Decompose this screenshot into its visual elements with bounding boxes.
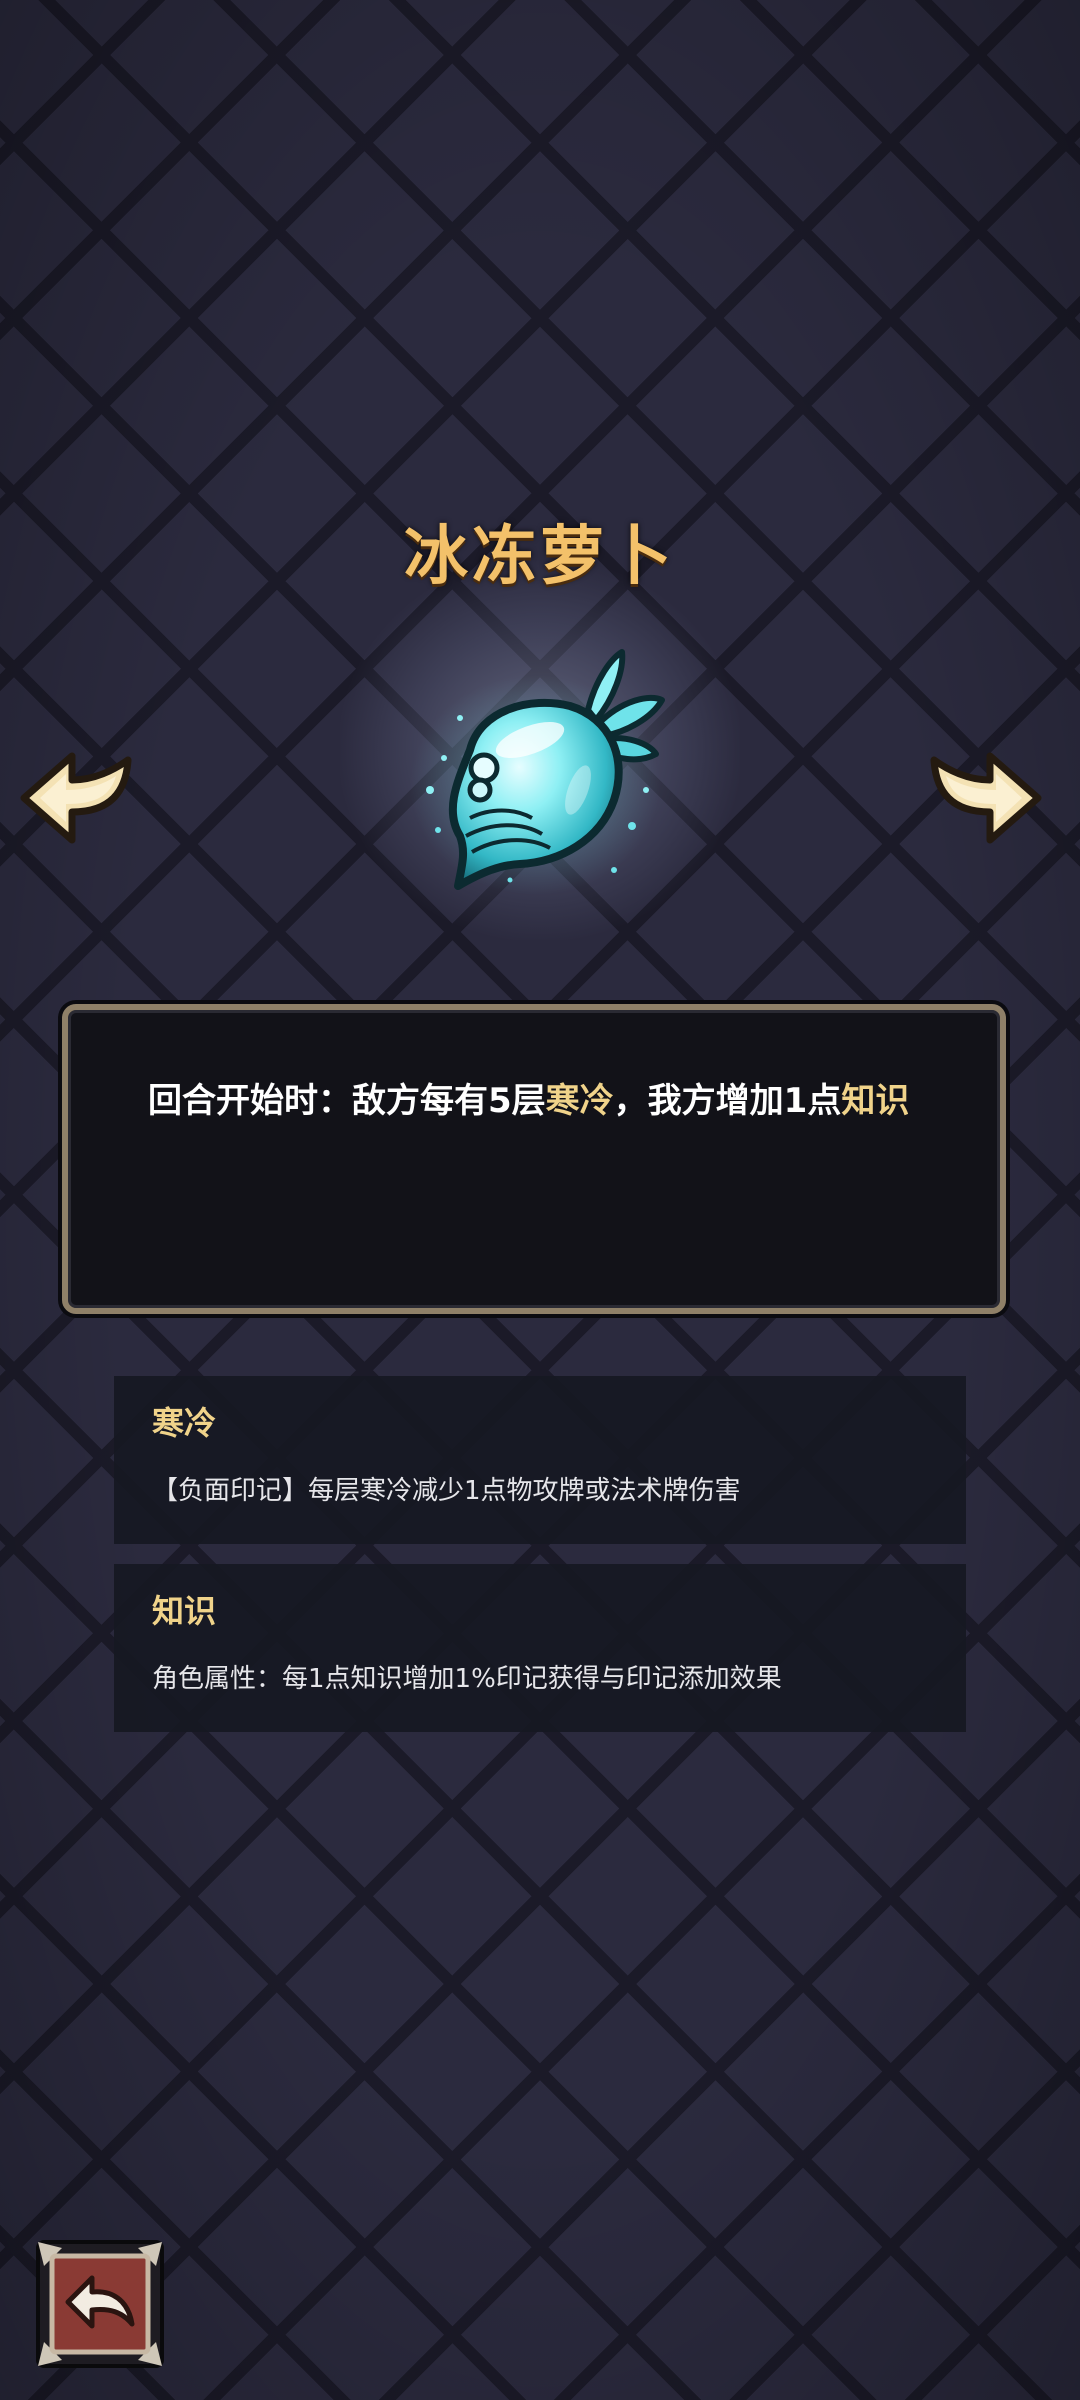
- term-card-knowledge: 知识 角色属性：每1点知识增加1%印记获得与印记添加效果: [114, 1564, 966, 1732]
- term-title: 知识: [152, 1592, 217, 1630]
- item-effect-panel: 回合开始时：敌方每有5层寒冷，我方增加1点知识: [62, 1004, 1006, 1314]
- effect-keyword-knowledge[interactable]: 知识: [841, 1081, 909, 1121]
- term-card-cold: 寒冷 【负面印记】每层寒冷减少1点物攻牌或法术牌伤害: [114, 1376, 966, 1544]
- frozen-radish-icon: [410, 649, 665, 895]
- prev-item-button[interactable]: [18, 750, 134, 846]
- back-button[interactable]: [34, 2238, 166, 2370]
- effect-text-middle: ，我方增加1点: [613, 1081, 842, 1121]
- item-effect-text: 回合开始时：敌方每有5层寒冷，我方增加1点知识: [148, 1070, 938, 1132]
- item-title: 冰冻萝卜: [404, 520, 676, 594]
- term-description: 角色属性：每1点知识增加1%印记获得与印记添加效果: [152, 1664, 782, 1694]
- term-description: 【负面印记】每层寒冷减少1点物攻牌或法术牌伤害: [152, 1476, 741, 1506]
- effect-keyword-cold[interactable]: 寒冷: [546, 1081, 614, 1121]
- term-title: 寒冷: [152, 1404, 217, 1442]
- next-item-button[interactable]: [928, 750, 1044, 846]
- effect-text-prefix: 回合开始时：敌方每有5层: [148, 1081, 546, 1121]
